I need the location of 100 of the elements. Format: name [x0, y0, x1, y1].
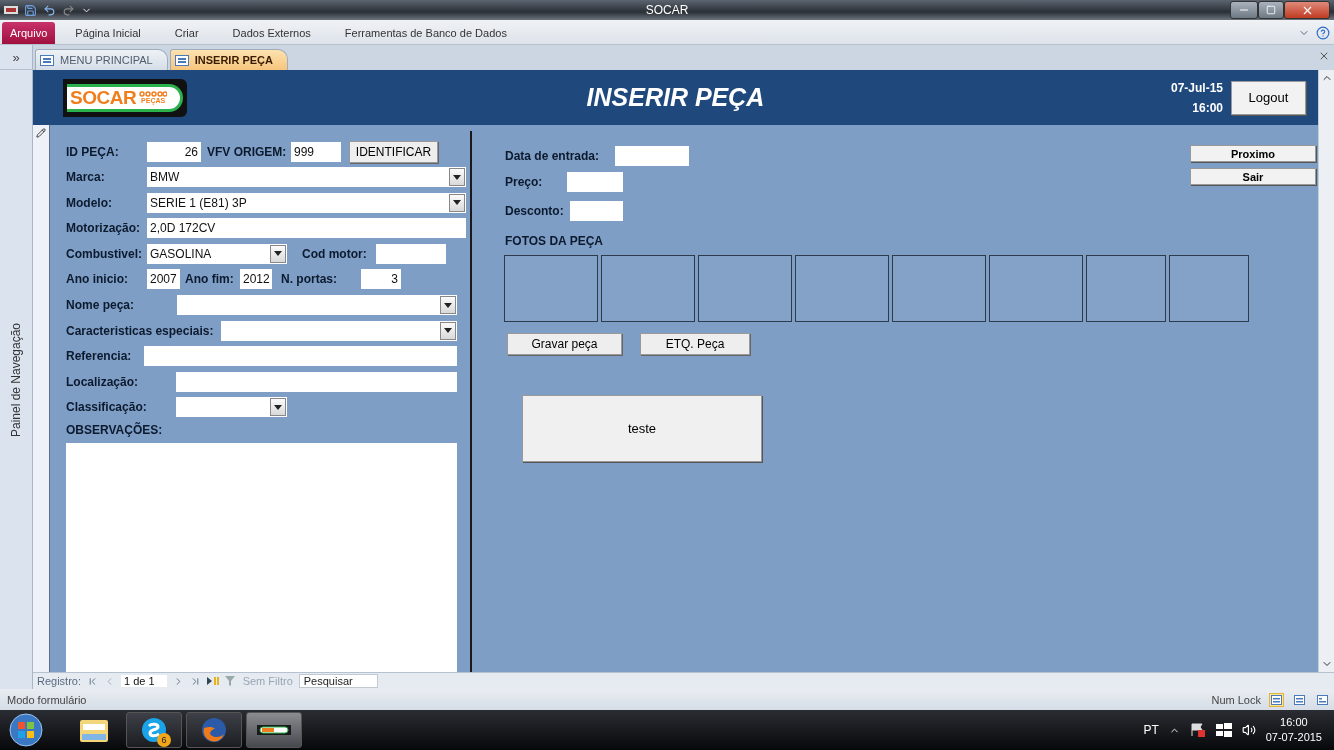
field-label: Referencia:	[66, 349, 133, 364]
language-indicator[interactable]: PT	[1143, 723, 1159, 737]
date-text: 07-Jul-15	[1170, 80, 1223, 95]
input-field[interactable]	[570, 200, 623, 221]
photo-frame[interactable]	[504, 255, 598, 322]
input-field[interactable]: 2,0D 172CV	[147, 218, 466, 239]
field-label: ID PEÇA:	[66, 144, 120, 159]
app-icon[interactable]	[4, 6, 18, 14]
test-button[interactable]: teste	[522, 395, 762, 462]
action-button[interactable]: Gravar peça	[507, 333, 622, 355]
field-label: Classificação:	[66, 400, 148, 415]
record-position-field[interactable]: 1 de 1	[121, 675, 167, 687]
observations-field[interactable]	[66, 443, 457, 672]
input-field[interactable]	[376, 243, 446, 264]
status-text: Modo formulário	[7, 693, 87, 706]
dropdown-field[interactable]: BMW	[147, 167, 466, 188]
dropdown-field[interactable]	[221, 320, 457, 341]
logout-button[interactable]: Logout	[1231, 80, 1306, 115]
ribbon-tab[interactable]: Dados Externos	[224, 22, 319, 44]
caret-icon[interactable]	[270, 244, 286, 263]
field-label: Ano fim:	[185, 272, 235, 287]
dropdown-field[interactable]	[176, 397, 287, 418]
app-window-icon[interactable]	[257, 723, 291, 737]
redo-icon[interactable]	[62, 3, 75, 17]
nav-pane-label[interactable]: Painel de Navegação	[9, 322, 23, 437]
field-label: VFV ORIGEM:	[207, 144, 288, 159]
photo-frame[interactable]	[795, 255, 889, 322]
action-button[interactable]: ETQ. Peça	[640, 333, 750, 355]
identify-button[interactable]: IDENTIFICAR	[349, 140, 438, 163]
dropdown-field[interactable]: SERIE 1 (E81) 3P	[147, 192, 466, 213]
photo-frame[interactable]	[1169, 255, 1249, 322]
photo-frame[interactable]	[989, 255, 1083, 322]
view-icon[interactable]	[1269, 692, 1284, 707]
input-field[interactable]	[615, 145, 689, 166]
field-label: Preço:	[505, 174, 544, 189]
chat-app-icon[interactable]	[140, 716, 168, 744]
browser-icon[interactable]	[200, 716, 228, 744]
window-title: SOCAR	[645, 3, 689, 17]
field-label: Combustivel:	[66, 246, 143, 261]
input-field[interactable]: 2012	[240, 269, 272, 290]
field-label: OBSERVAÇÕES:	[66, 422, 164, 437]
input-field[interactable]	[567, 171, 623, 192]
undo-icon[interactable]	[43, 3, 56, 17]
time-text: 16:00	[1192, 100, 1223, 115]
form-icon	[40, 54, 54, 66]
maximize-icon	[1266, 5, 1276, 15]
nav-button[interactable]: Proximo	[1190, 145, 1316, 162]
input-field[interactable]	[144, 346, 457, 367]
ribbon-tab[interactable]: Arquivo	[2, 22, 56, 44]
input-field[interactable]	[176, 371, 457, 392]
close-button[interactable]	[1284, 1, 1330, 19]
caret-icon[interactable]	[449, 193, 465, 212]
dropdown-field[interactable]	[177, 295, 457, 316]
ribbon-tab[interactable]: Ferramentas de Banco de Dados	[336, 22, 515, 44]
search-field[interactable]: Pesquisar	[298, 674, 378, 688]
photo-frame[interactable]	[601, 255, 695, 322]
field-label: Modelo:	[66, 195, 113, 210]
form-icon	[174, 54, 189, 66]
field-label: Ano inicio:	[66, 272, 129, 287]
caret-icon[interactable]	[270, 398, 286, 417]
clock[interactable]: 16:00 07-07-2015	[1265, 715, 1322, 745]
notification-badge: 6	[157, 733, 171, 747]
photo-frame[interactable]	[1086, 255, 1166, 322]
field-label: Desconto:	[505, 203, 565, 218]
pencil-icon	[36, 128, 46, 138]
ribbon-tab[interactable]: Criar	[166, 22, 207, 44]
input-field[interactable]: 999	[291, 141, 341, 162]
photo-frame[interactable]	[892, 255, 986, 322]
document-tab[interactable]: MENU PRINCIPAL	[35, 49, 168, 70]
view-icon[interactable]	[1315, 692, 1330, 707]
caret-icon[interactable]	[449, 168, 465, 187]
nav-pane-toggle[interactable]: »	[0, 45, 32, 70]
field-label: Localização:	[66, 374, 140, 389]
minimize-button[interactable]	[1230, 1, 1258, 19]
field-label: Cod motor:	[302, 246, 368, 261]
volume-icon[interactable]	[1241, 723, 1256, 737]
start-button[interactable]	[8, 712, 44, 748]
input-field[interactable]: 26	[147, 141, 201, 162]
dropdown-field[interactable]: GASOLINA	[147, 243, 287, 264]
input-field[interactable]: 3	[361, 269, 401, 290]
scrollbar[interactable]	[1318, 70, 1334, 672]
nav-button[interactable]: Sair	[1190, 168, 1316, 185]
field-label: Caracteristicas especiais:	[66, 323, 215, 338]
caret-icon[interactable]	[440, 321, 456, 340]
save-icon[interactable]	[24, 3, 37, 17]
field-label: Marca:	[66, 170, 106, 185]
caret-icon[interactable]	[440, 296, 456, 315]
photo-frame[interactable]	[698, 255, 792, 322]
flag-icon[interactable]	[1189, 723, 1206, 737]
field-label: N. portas:	[281, 272, 338, 287]
num-lock-indicator: Num Lock	[1211, 693, 1261, 706]
ribbon-tab[interactable]: Página Inicial	[67, 22, 149, 44]
new-record-icon[interactable]	[206, 676, 219, 686]
network-icon[interactable]	[1215, 723, 1232, 737]
help-icon[interactable]	[1316, 26, 1330, 40]
view-icon[interactable]	[1292, 692, 1307, 707]
input-field[interactable]: 2007	[147, 269, 180, 290]
document-tab[interactable]: INSERIR PEÇA	[169, 49, 288, 70]
section-label: FOTOS DA PEÇA	[505, 233, 603, 248]
maximize-button[interactable]	[1258, 1, 1284, 19]
